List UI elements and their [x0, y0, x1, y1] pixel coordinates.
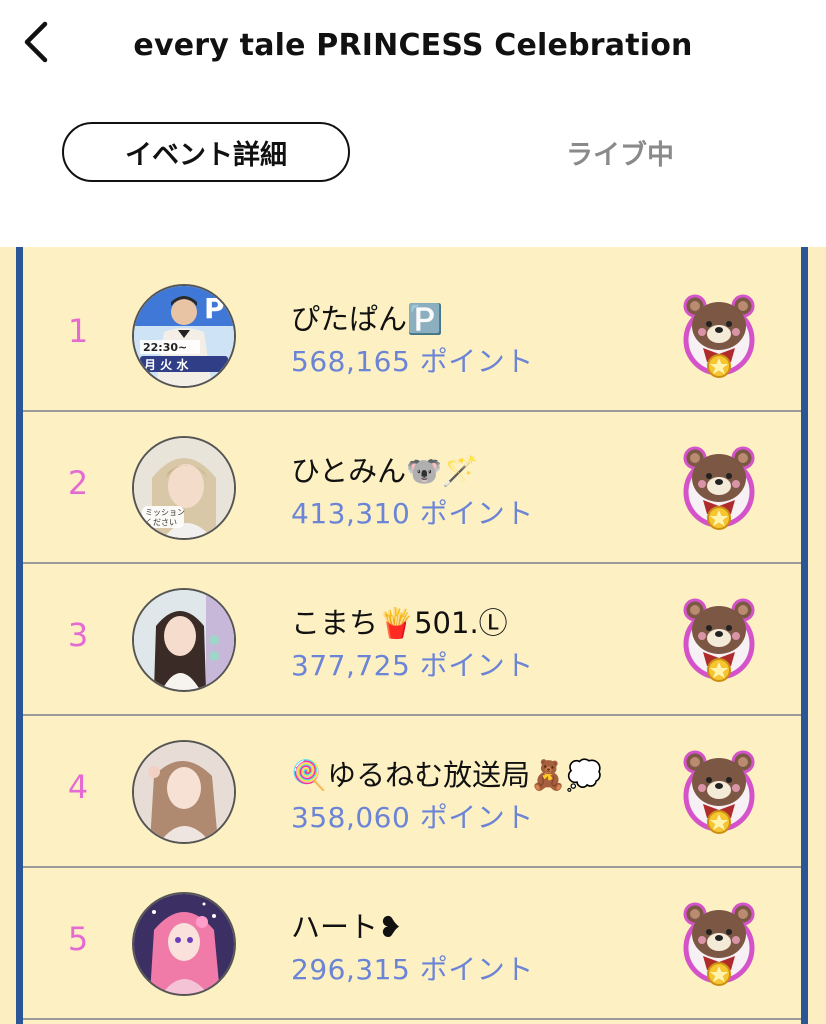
svg-text:ミッション: ミッション	[145, 508, 185, 517]
bear-medal-icon	[683, 902, 755, 986]
points-value: 568,165 ポイント	[291, 345, 534, 378]
ranking-row[interactable]: 5 ハート❥ 296,315 ポイント	[23, 870, 801, 1020]
svg-text:ください: ください	[145, 518, 177, 527]
bear-medal-icon	[683, 446, 755, 530]
svg-text:月 火 水: 月 火 水	[143, 357, 189, 372]
rank-number: 3	[67, 616, 89, 654]
rank-number: 1	[67, 312, 89, 350]
rank-number: 2	[67, 464, 89, 502]
streamer-name: ハート❥	[291, 910, 403, 944]
bear-medal-icon	[683, 294, 755, 378]
rank-number: 4	[67, 768, 89, 806]
streamer-name: 🍭ゆるねむ放送局🧸💭	[291, 758, 603, 792]
tab-event-details[interactable]: イベント詳細	[62, 122, 350, 182]
avatar[interactable]: ミッション ください	[132, 436, 236, 540]
rank-number: 5	[67, 920, 89, 958]
ranking-row[interactable]: 4 🍭ゆるねむ放送局🧸💭 358,060 ポイント	[23, 718, 801, 868]
tab-live-now[interactable]: ライブ中	[520, 122, 720, 182]
header-bar: every tale PRINCESS Celebration	[0, 0, 826, 90]
streamer-name: こまち🍟501.Ⓛ	[291, 606, 508, 640]
points-value: 358,060 ポイント	[291, 801, 534, 834]
svg-text:22:30~: 22:30~	[143, 341, 187, 354]
bear-medal-icon	[683, 598, 755, 682]
streamer-name: ぴたぱん🅿️	[291, 302, 444, 336]
points-value: 296,315 ポイント	[291, 953, 534, 986]
bear-medal-icon	[683, 750, 755, 834]
points-value: 377,725 ポイント	[291, 649, 534, 682]
page-title: every tale PRINCESS Celebration	[133, 27, 693, 63]
ranking-row[interactable]: 3 こまち🍟501.Ⓛ 377,725 ポイント	[23, 566, 801, 716]
ranking-board-top	[23, 247, 801, 260]
avatar[interactable]: P 22:30~ 月 火 水	[132, 284, 236, 388]
chevron-left-icon	[24, 21, 48, 63]
back-button[interactable]	[14, 20, 58, 64]
avatar[interactable]	[132, 740, 236, 844]
avatar[interactable]	[132, 892, 236, 996]
ranking-row[interactable]: 1 P 22:30~ 月 火 水 ぴたぱん🅿️ 568,165 ポイント	[23, 262, 801, 412]
svg-text:P: P	[204, 292, 225, 325]
ranking-row[interactable]: 2 ミッション ください ひとみん🐨🪄 413,310 ポイント	[23, 414, 801, 564]
avatar[interactable]	[132, 588, 236, 692]
app-screen: every tale PRINCESS Celebration イベント詳細 ラ…	[0, 0, 826, 1024]
points-value: 413,310 ポイント	[291, 497, 534, 530]
streamer-name: ひとみん🐨🪄	[291, 454, 479, 488]
